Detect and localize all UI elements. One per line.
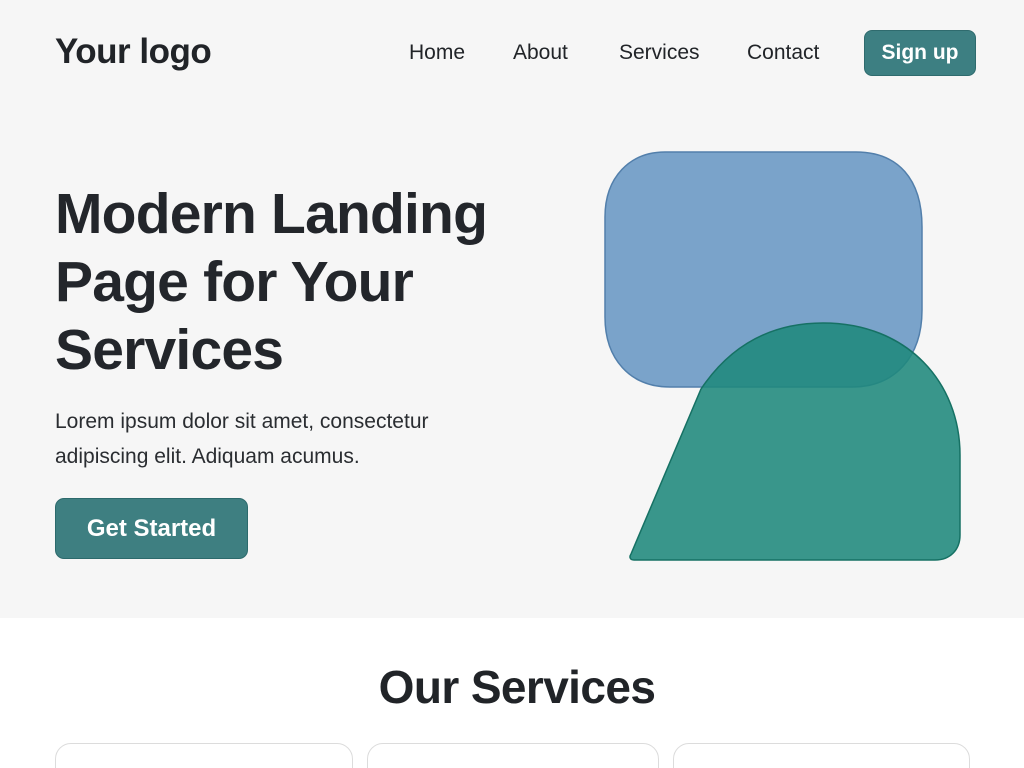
hero-illustration (604, 151, 961, 561)
hero-title: Modern Landing Page for Your Services (55, 182, 488, 382)
nav-home-link[interactable]: Home (409, 41, 465, 65)
hero-description: Lorem ipsum dolor sit amet, consectetur … (55, 410, 429, 468)
landing-page: Your logo Home About Services Contact Si… (0, 0, 1024, 768)
nav-contact-link[interactable]: Contact (747, 41, 819, 65)
nav-services-link[interactable]: Services (619, 41, 700, 65)
sign-up-button[interactable]: Sign up (864, 30, 976, 76)
service-card[interactable] (55, 743, 353, 768)
main-navigation: Home About Services Contact Sign up (0, 30, 1024, 76)
get-started-button[interactable]: Get Started (55, 498, 248, 559)
service-card[interactable] (367, 743, 659, 768)
service-card[interactable] (673, 743, 970, 768)
services-heading: Our Services (378, 661, 656, 713)
nav-about-link[interactable]: About (513, 41, 568, 65)
